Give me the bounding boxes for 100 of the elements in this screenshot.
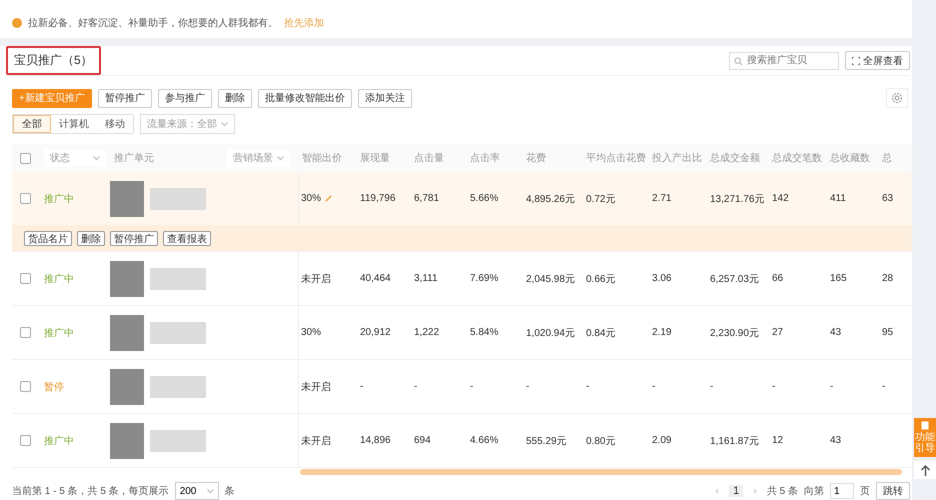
- toolbar-button[interactable]: 批量修改智能出价: [258, 88, 352, 108]
- table-cell-text: -: [651, 381, 656, 392]
- chevron-down-icon: [221, 122, 228, 126]
- table-cell-text: -: [709, 381, 714, 392]
- row-action-button[interactable]: 货品名片: [24, 230, 72, 246]
- table-cell-text: 0.66元: [585, 272, 616, 286]
- table-cell-text: 3,111: [413, 273, 439, 284]
- notice-text: 拉新必备、好客沉淀、补量助手，你想要的人群我都有。: [28, 16, 278, 30]
- table-cell-text: -: [469, 381, 474, 392]
- table-cell-text: 5.84%: [469, 327, 500, 338]
- table-cell: 未开启: [298, 414, 356, 467]
- table-cell-text: 20,912: [359, 327, 392, 338]
- table-cell-text: 5.66%: [469, 193, 500, 204]
- blurred-product-name: [150, 188, 206, 210]
- table-cell-text: 0.80元: [585, 434, 616, 448]
- table-cell-text: 0.72元: [585, 192, 616, 206]
- table-cell-text: 411: [829, 193, 847, 204]
- chevron-down-icon: [277, 156, 284, 160]
- blurred-product-name: [150, 322, 206, 344]
- column-header: 展现量: [359, 152, 391, 165]
- table-cell-text: 43: [829, 435, 842, 446]
- back-to-top-button[interactable]: [914, 461, 936, 479]
- row-checkbox[interactable]: [20, 327, 31, 338]
- table-cell-text: 4.66%: [469, 435, 500, 446]
- table-cell-text: -: [881, 381, 886, 392]
- toolbar-button[interactable]: 删除: [218, 88, 252, 108]
- column-header: 总成交笔数: [771, 152, 823, 165]
- table-cell-text: -: [829, 381, 834, 392]
- page-input[interactable]: 1: [830, 483, 854, 499]
- select-all-checkbox[interactable]: [20, 152, 31, 164]
- product-photo-placeholder: [110, 368, 144, 404]
- table-cell: 30%: [298, 306, 356, 359]
- row-action-button[interactable]: 暂停推广: [110, 230, 158, 246]
- table-cell-text: 4,895.26元: [525, 192, 576, 206]
- table-cell-text: 43: [829, 327, 842, 338]
- page-label: 页: [860, 485, 870, 498]
- toolbar-button[interactable]: 参与推广: [158, 88, 212, 108]
- blurred-product-name: [150, 376, 206, 398]
- section-title: 宝贝推广（5）: [6, 46, 101, 75]
- row-action-button[interactable]: 查看报表: [163, 230, 211, 246]
- arrow-up-icon: [920, 464, 930, 476]
- column-header: 推广单元: [113, 152, 154, 165]
- row-action-button[interactable]: 删除: [77, 230, 105, 246]
- chevron-down-icon: [93, 156, 100, 160]
- product-photo-placeholder: [110, 422, 144, 458]
- table-cell-text: 1,222: [413, 327, 440, 338]
- product-photo-placeholder: [110, 260, 144, 296]
- table-cell-text: 0.84元: [585, 326, 616, 340]
- table-cell-text: 2,045.98元: [525, 272, 576, 286]
- device-tab[interactable]: 全部: [13, 115, 51, 133]
- row-checkbox[interactable]: [20, 381, 31, 392]
- pencil-icon[interactable]: [325, 195, 332, 202]
- column-header: 总: [881, 152, 893, 165]
- settings-button[interactable]: [886, 88, 908, 108]
- goto-label: 向第: [804, 485, 824, 498]
- column-header: 点击率: [469, 152, 501, 165]
- horizontal-scrollbar[interactable]: [300, 469, 902, 475]
- toolbar-button[interactable]: 暂停推广: [98, 88, 152, 108]
- row-checkbox[interactable]: [20, 435, 31, 446]
- product-photo-placeholder: [110, 314, 144, 350]
- document-icon: [921, 421, 929, 430]
- table-cell-text: 28: [881, 273, 894, 284]
- settings-icon: [891, 92, 903, 104]
- table-cell-text: 63: [881, 193, 894, 204]
- status-text: 推广中: [43, 434, 75, 448]
- status-text: 推广中: [43, 326, 75, 340]
- status-text: 推广中: [43, 192, 75, 206]
- chevron-down-icon: [206, 488, 214, 494]
- table-cell-text: 165: [829, 273, 848, 284]
- unit-label: 条: [224, 485, 235, 498]
- table-row[interactable]: 推广中 未开启 14,896 694 4.66% 555.29元 0.80元 2.09 1,161.87元 12 43: [12, 414, 912, 468]
- table-cell-text: 66: [771, 273, 784, 284]
- page-button[interactable]: 1: [729, 485, 744, 497]
- table-row[interactable]: 暂停 未开启 - - - - - - - - - -: [12, 360, 912, 414]
- column-header: 投入产出比: [651, 152, 703, 165]
- page-size-dropdown[interactable]: 200: [174, 482, 219, 500]
- jump-button[interactable]: 跳转: [876, 482, 910, 500]
- table-cell-text: 142: [771, 193, 790, 204]
- table-row[interactable]: 推广中 30% 20,912 1,222 5.84% 1,020.94元 0.84元 2.19 2,230.90元 27 43 95: [12, 306, 912, 360]
- table-cell-text: -: [771, 381, 776, 392]
- table-cell-text: 2,230.90元: [709, 326, 760, 340]
- column-header: 总收藏数: [829, 152, 871, 165]
- table-row[interactable]: 推广中 30% 119,796 6,781 5.66% 4,895.26元 0.72元 2.71 13,271.76元 142 411 63: [12, 172, 912, 225]
- table-cell-text: 7.69%: [469, 273, 500, 284]
- toolbar-button[interactable]: 添加关注: [358, 88, 412, 108]
- table-row[interactable]: 推广中 未开启 40,464 3,111 7.69% 2,045.98元 0.66元 3.06 6,257.03元 66 165 28: [12, 252, 912, 306]
- table-cell-text: 6,781: [413, 193, 440, 204]
- blurred-product-name: [150, 430, 206, 452]
- table-cell: 未开启: [298, 360, 356, 413]
- column-header: 平均点击花费: [585, 152, 647, 165]
- expand-icon: [852, 56, 860, 64]
- search-field[interactable]: 搜索推广宝贝: [729, 52, 839, 70]
- fullscreen-button[interactable]: 全屏查看: [845, 51, 910, 70]
- table-cell-text: -: [413, 381, 418, 392]
- row-checkbox[interactable]: [20, 193, 31, 204]
- table-cell-text: 27: [771, 327, 784, 338]
- row-checkbox[interactable]: [20, 273, 31, 284]
- table-cell-text: 14,896: [359, 435, 392, 446]
- column-header: 花费: [525, 152, 547, 165]
- blurred-product-name: [150, 268, 206, 290]
